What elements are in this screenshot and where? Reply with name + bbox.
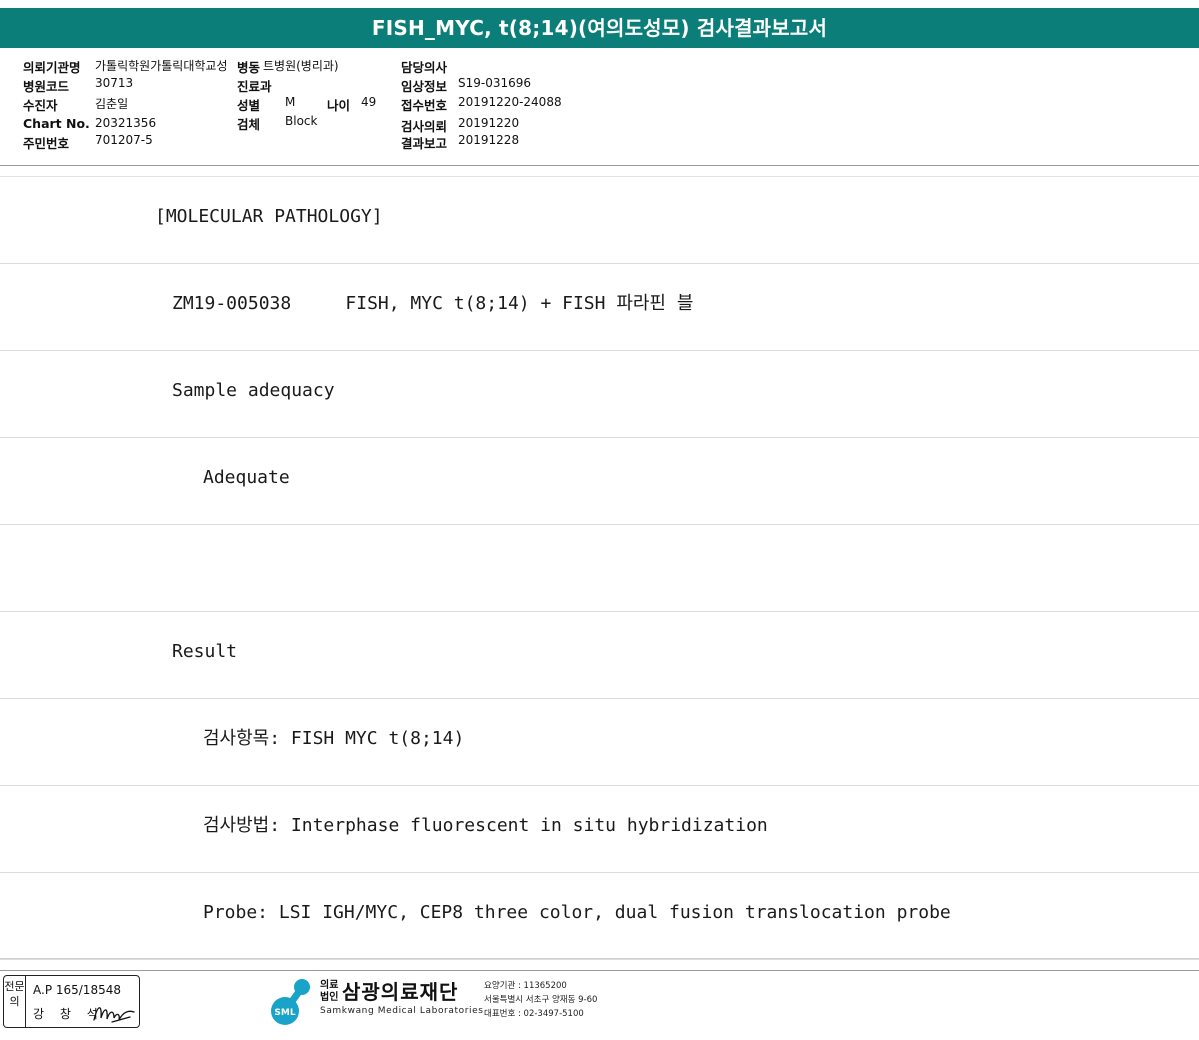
receipt-no-label: 접수번호 bbox=[401, 98, 448, 113]
test-order-line: ZM19-005038 FISH, MYC t(8;14) + FISH 파라핀… bbox=[172, 293, 694, 314]
report-row: 검사항목: FISH MYC t(8;14) bbox=[0, 699, 1199, 786]
org-english: Samkwang Medical Laboratories bbox=[320, 1006, 484, 1016]
hospital-code-label: 병원코드 bbox=[23, 79, 70, 94]
specimen-label: 검체 bbox=[237, 117, 261, 132]
probe-line: Probe: LSI IGH/MYC, CEP8 three color, du… bbox=[203, 902, 951, 923]
ward-label: 병동 bbox=[237, 60, 261, 75]
sml-logo-icon: SML bbox=[271, 979, 310, 1025]
institution-label: 의뢰기관명 bbox=[23, 60, 81, 75]
sample-adequacy-value: Adequate bbox=[203, 467, 290, 488]
doctor-label: 담당의사 bbox=[401, 60, 448, 75]
org-code: 요양기관 : 11365200 bbox=[484, 981, 567, 991]
receipt-no-value: 20191220-24088 bbox=[458, 95, 562, 109]
result-heading: Result bbox=[172, 641, 238, 662]
resident-no-value: 701207-5 bbox=[95, 133, 153, 147]
department-label: 진료과 bbox=[237, 79, 272, 94]
stamp-vertical-text: 전문의 bbox=[4, 980, 25, 1008]
org-phone: 대표번호 : 02-3497-5100 bbox=[484, 1009, 584, 1019]
report-row: Probe: LSI IGH/MYC, CEP8 three color, du… bbox=[0, 873, 1199, 960]
stamp-vertical-label: 전문의 bbox=[4, 976, 26, 1027]
patient-label: 수진자 bbox=[23, 98, 58, 113]
footer-divider bbox=[0, 970, 1199, 971]
hospital-code-value: 30713 bbox=[95, 76, 134, 90]
section-heading: [MOLECULAR PATHOLOGY] bbox=[155, 206, 383, 227]
report-date-label: 결과보고 bbox=[401, 136, 448, 151]
sex-value: M bbox=[285, 95, 296, 109]
logo-text: SML bbox=[274, 1008, 295, 1018]
report-row: Result bbox=[0, 612, 1199, 699]
org-address: 서울특별시 서초구 양재동 9-60 bbox=[484, 995, 598, 1005]
report-row: Sample adequacy bbox=[0, 351, 1199, 438]
stamp-license: A.P 165/18548 bbox=[33, 983, 121, 997]
report-title: FISH_MYC, t(8;14)(여의도성모) 검사결과보고서 bbox=[0, 8, 1199, 48]
header-divider bbox=[0, 165, 1199, 166]
org-meta: 요양기관 : 11365200 서울특별시 서초구 양재동 9-60 대표번호 … bbox=[484, 979, 597, 1021]
test-method-line: 검사방법: Interphase fluorescent in situ hyb… bbox=[203, 815, 768, 836]
clinical-info-label: 임상정보 bbox=[401, 79, 448, 94]
org-name: 삼광의료재단 bbox=[342, 980, 459, 1004]
sample-adequacy-heading: Sample adequacy bbox=[172, 380, 335, 401]
chart-no-value: 20321356 bbox=[95, 116, 157, 130]
resident-no-label: 주민번호 bbox=[23, 136, 70, 151]
report-row: 검사방법: Interphase fluorescent in situ hyb… bbox=[0, 786, 1199, 873]
pathologist-stamp: 전문의 A.P 165/18548 강 창 석 bbox=[3, 975, 140, 1028]
report-row: ZM19-005038 FISH, MYC t(8;14) + FISH 파라핀… bbox=[0, 264, 1199, 351]
patient-info-header: 의뢰기관명 가톨릭학원가톨릭대학교성 병동 트병원(병리과) 담당의사 병원코드… bbox=[0, 54, 1199, 164]
test-item-line: 검사항목: FISH MYC t(8;14) bbox=[203, 728, 465, 749]
patient-value: 김춘일 bbox=[95, 97, 129, 111]
age-label: 나이 bbox=[327, 98, 351, 113]
request-date-value: 20191220 bbox=[458, 116, 520, 130]
report-row: Adequate bbox=[0, 438, 1199, 525]
footer-divider-light bbox=[0, 958, 1199, 959]
org-prefix: 의료법인 bbox=[320, 980, 339, 1003]
signature-icon bbox=[93, 1007, 135, 1023]
chart-no-label: Chart No. bbox=[23, 116, 90, 131]
specimen-value: Block bbox=[285, 114, 318, 128]
institution-value: 가톨릭학원가톨릭대학교성 bbox=[95, 59, 228, 73]
report-row: [MOLECULAR PATHOLOGY] bbox=[0, 177, 1199, 264]
clinical-info-value: S19-031696 bbox=[458, 76, 532, 90]
sex-label: 성별 bbox=[237, 98, 261, 113]
age-value: 49 bbox=[361, 95, 377, 109]
ward-value: 트병원(병리과) bbox=[263, 59, 339, 73]
report-row bbox=[0, 525, 1199, 612]
report-date-value: 20191228 bbox=[458, 133, 520, 147]
